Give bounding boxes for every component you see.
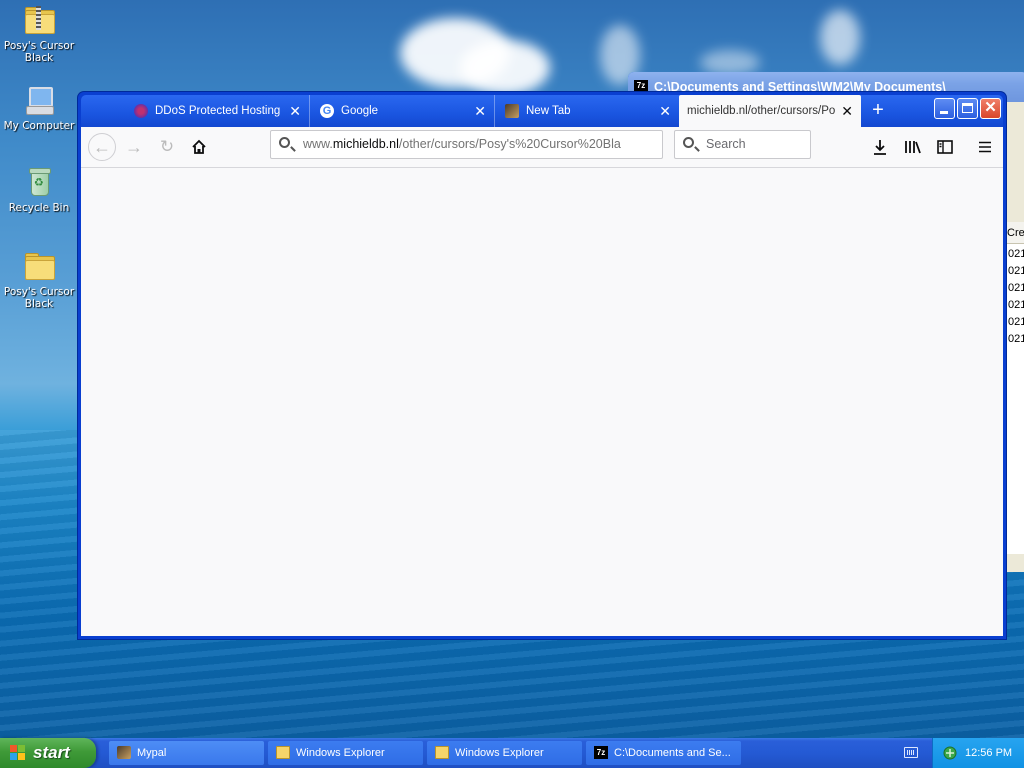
reload-button[interactable]: ↻ bbox=[153, 133, 181, 161]
tab-google[interactable]: G Google ✕ bbox=[309, 95, 494, 127]
system-tray: 12:56 PM bbox=[932, 738, 1024, 768]
download-button[interactable] bbox=[867, 133, 893, 161]
sidebar-button[interactable] bbox=[932, 133, 958, 161]
close-window-button[interactable]: ✕ bbox=[980, 98, 1001, 119]
navigation-toolbar: ← → ↻ www.michieldb.nl/other/cursors/Pos… bbox=[81, 127, 1003, 168]
tab-michieldb-active[interactable]: michieldb.nl/other/cursors/Posy ✕ bbox=[679, 95, 861, 127]
tab-strip: DDoS Protected Hosting S ✕ G Google ✕ Ne… bbox=[81, 95, 1003, 127]
computer-icon bbox=[23, 84, 55, 116]
home-button[interactable] bbox=[185, 133, 213, 161]
close-tab-icon[interactable]: ✕ bbox=[289, 95, 301, 127]
folder-icon bbox=[435, 746, 449, 759]
sidebar-icon bbox=[937, 140, 953, 154]
home-icon bbox=[192, 139, 206, 154]
minimize-button[interactable] bbox=[934, 98, 955, 119]
start-label: start bbox=[33, 743, 70, 762]
search-placeholder: Search bbox=[706, 137, 746, 151]
close-tab-icon[interactable]: ✕ bbox=[474, 95, 486, 127]
back-button[interactable]: ← bbox=[88, 133, 116, 161]
taskbar-item-7zip[interactable]: 7z C:\Documents and Se... bbox=[586, 741, 741, 765]
forward-button[interactable]: → bbox=[120, 133, 148, 161]
library-button[interactable] bbox=[900, 133, 926, 161]
desktop-icon-label: Posy's Cursor Black bbox=[3, 286, 75, 310]
tab-label: Google bbox=[341, 105, 379, 117]
tab-label: michieldb.nl/other/cursors/Posy bbox=[687, 105, 835, 117]
taskbar-item-label: Windows Explorer bbox=[296, 747, 385, 759]
download-icon bbox=[874, 140, 886, 155]
tab-ddos-hosting[interactable]: DDoS Protected Hosting S ✕ bbox=[124, 95, 309, 127]
wolf-favicon bbox=[505, 104, 519, 118]
taskbar-item-mypal[interactable]: Mypal bbox=[109, 741, 264, 765]
network-icon[interactable] bbox=[943, 746, 957, 760]
windows-logo-icon bbox=[10, 745, 26, 761]
taskbar-item-label: Windows Explorer bbox=[455, 747, 544, 759]
start-button[interactable]: start bbox=[0, 738, 96, 768]
cloud bbox=[820, 10, 860, 65]
tab-new-tab[interactable]: New Tab ✕ bbox=[494, 95, 679, 127]
desktop-icon-label: My Computer bbox=[3, 120, 75, 132]
list-cell: 021- bbox=[1008, 333, 1024, 345]
tab-label: DDoS Protected Hosting S bbox=[155, 105, 283, 117]
search-icon bbox=[279, 137, 290, 148]
search-input[interactable]: Search bbox=[674, 130, 811, 159]
new-tab-button[interactable]: + bbox=[863, 95, 893, 127]
zip-folder-icon bbox=[23, 4, 55, 36]
search-icon bbox=[683, 137, 694, 148]
taskbar-item-explorer-2[interactable]: Windows Explorer bbox=[427, 741, 582, 765]
taskbar: start Mypal Windows Explorer Windows Exp… bbox=[0, 738, 1024, 768]
clock[interactable]: 12:56 PM bbox=[965, 738, 1012, 768]
browser-window[interactable]: DDoS Protected Hosting S ✕ G Google ✕ Ne… bbox=[78, 92, 1006, 639]
list-cell: 021- bbox=[1008, 282, 1024, 294]
taskbar-item-explorer-1[interactable]: Windows Explorer bbox=[268, 741, 423, 765]
folder-icon bbox=[276, 746, 290, 759]
url-text[interactable]: www.michieldb.nl/other/cursors/Posy's%20… bbox=[303, 131, 656, 158]
desktop-icon-label: Posy's Cursor Black bbox=[3, 40, 75, 64]
tab-label: New Tab bbox=[526, 105, 571, 117]
page-content-area[interactable] bbox=[81, 168, 1003, 636]
desktop-icon-my-computer[interactable]: My Computer bbox=[1, 84, 77, 132]
list-cell: 021- bbox=[1008, 248, 1024, 260]
close-tab-icon[interactable]: ✕ bbox=[659, 95, 671, 127]
column-header-created[interactable]: Crea bbox=[1004, 222, 1024, 244]
7zip-icon: 7z bbox=[594, 746, 608, 759]
desktop-icon-label: Recycle Bin bbox=[8, 202, 70, 214]
list-cell: 021- bbox=[1008, 299, 1024, 311]
folder-icon bbox=[23, 250, 55, 282]
recycle-bin-icon: ♻ bbox=[23, 166, 55, 198]
cloud bbox=[460, 40, 550, 95]
mypal-icon bbox=[117, 746, 131, 759]
list-cell: 021- bbox=[1008, 316, 1024, 328]
library-icon bbox=[905, 141, 921, 154]
taskbar-item-label: Mypal bbox=[137, 747, 167, 759]
ddos-favicon bbox=[134, 104, 148, 118]
menu-icon bbox=[979, 141, 991, 153]
taskbar-item-label: C:\Documents and Se... bbox=[614, 747, 731, 759]
close-tab-icon[interactable]: ✕ bbox=[841, 95, 853, 127]
keyboard-icon[interactable] bbox=[904, 747, 918, 758]
7zip-icon: 7z bbox=[634, 80, 648, 92]
url-bar[interactable]: www.michieldb.nl/other/cursors/Posy's%20… bbox=[270, 130, 663, 159]
maximize-button[interactable] bbox=[957, 98, 978, 119]
desktop-icon-recycle-bin[interactable]: ♻ Recycle Bin bbox=[1, 166, 77, 214]
desktop-icon-posy-folder[interactable]: Posy's Cursor Black bbox=[1, 250, 77, 310]
desktop-icon-posy-zip[interactable]: Posy's Cursor Black bbox=[1, 4, 77, 64]
menu-button[interactable] bbox=[972, 133, 998, 161]
google-favicon: G bbox=[320, 104, 334, 118]
list-cell: 021- bbox=[1008, 265, 1024, 277]
